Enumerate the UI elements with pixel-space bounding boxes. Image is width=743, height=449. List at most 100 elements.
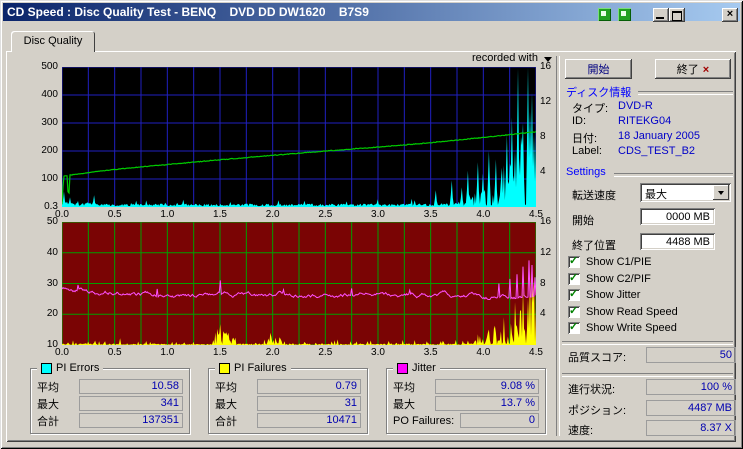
axis-label: 3.5 [416,209,446,220]
legend-title: PI Errors [37,361,103,375]
checkbox-show-write-speed[interactable]: ✓ Show Write Speed [568,322,728,336]
axis-label: 1.5 [205,347,235,358]
legend-row: PO Failures: 0 [387,412,545,429]
checkbox-show-read-speed[interactable]: ✓ Show Read Speed [568,306,728,320]
check-icon: ✓ [569,254,578,267]
axis-label: 0.5 [100,209,130,220]
checkbox-show-c1-pie[interactable]: ✓ Show C1/PIE [568,256,728,270]
checkbox-label: Show Read Speed [586,306,678,318]
save-icon[interactable] [618,8,631,21]
axis-label: 40 [28,247,58,258]
checkbox-box: ✓ [568,256,580,268]
close-button[interactable]: × [722,8,738,22]
app-window: CD Speed : Disc Quality Test - BENQ DVD … [0,0,743,449]
axis-label: 1.0 [152,209,182,220]
end-position-input[interactable] [640,233,715,250]
maximize-icon [672,11,682,21]
axis-label: 2.5 [310,347,340,358]
end-position-label: 終了位置 [572,237,616,253]
checkbox-box: ✓ [568,289,580,301]
divider [638,91,733,95]
axis-label: 8 [540,131,560,142]
legend-row: 平均 0.79 [209,378,367,395]
legend-row: 合計 10471 [209,412,367,429]
axis-label: 1.5 [205,209,235,220]
progress-label: 進行状況: [568,381,615,397]
po-failures-value: 0 [460,413,539,428]
axis-label: 4.0 [468,209,498,220]
disc-date-label: 日付: [572,130,597,146]
axis-label: 12 [540,96,560,107]
disc-id-value: RITEKG04 [618,115,671,127]
checkbox-show-c2-pif[interactable]: ✓ Show C2/PIF [568,273,728,287]
pi-errors-max: 341 [79,396,183,411]
tab-disc-quality[interactable]: Disc Quality [11,31,95,52]
axis-label: 2.0 [258,347,288,358]
check-icon: ✓ [569,287,578,300]
jitter-box: Jitter 平均 9.08 % 最大 13.7 % PO Failures: … [386,368,546,434]
axis-label: 4 [540,308,560,319]
divider [562,341,733,345]
recorded-with-dropdown[interactable]: recorded with [400,52,538,64]
axis-label: 500 [28,61,58,72]
axis-label: 4 [540,166,560,177]
checkbox-show-jitter[interactable]: ✓ Show Jitter [568,289,728,303]
axis-label: 30 [28,278,58,289]
transfer-speed-select[interactable]: 最大 [640,183,731,202]
chevron-down-icon [718,191,724,198]
pie-error-chart [62,67,536,207]
jitter-average: 9.08 % [435,379,539,394]
titlebar[interactable]: CD Speed : Disc Quality Test - BENQ DVD … [3,3,740,21]
pi-failures-swatch-icon [219,363,230,374]
window-title: CD Speed : Disc Quality Test - BENQ DVD … [7,5,369,19]
exit-x-icon: × [703,64,709,76]
pi-errors-average: 10.58 [79,379,183,394]
legend-title-label: Jitter [412,362,436,374]
disc-label-label: Label: [572,145,602,157]
pi-errors-swatch-icon [41,363,52,374]
dropdown-button[interactable] [713,185,729,200]
progress-value: 100 % [646,379,736,395]
legend-title: Jitter [393,361,440,375]
jitter-max: 13.7 % [435,396,539,411]
jitter-pif-chart [62,222,536,345]
disc-date-value: 18 January 2005 [618,130,700,142]
axis-label: 16 [540,61,560,72]
axis-label: 8 [540,278,560,289]
start-position-label: 開始 [572,212,594,228]
exit-button[interactable]: 終了× [655,59,731,79]
divider [562,373,733,377]
pi-failures-average: 0.79 [257,379,361,394]
legend-title-label: PI Errors [56,362,99,374]
pi-failures-total: 10471 [257,413,361,428]
legend-row: 最大 31 [209,395,367,412]
speed-value: 8.37 X [646,420,736,436]
axis-label: 12 [540,247,560,258]
legend-row: 合計 137351 [31,412,189,429]
legend-title-label: PI Failures [234,362,287,374]
minimize-icon [656,17,664,19]
quality-score-label: 品質スコア: [568,349,626,365]
start-button[interactable]: 開始 [565,59,632,79]
legend-row: 最大 13.7 % [387,395,545,412]
disc-type-value: DVD-R [618,100,653,112]
screenshot-icon[interactable] [598,8,611,21]
pi-failures-max: 31 [257,396,361,411]
disc-info-header: ディスク情報 [566,84,631,100]
check-icon: ✓ [569,320,578,333]
legend-row: 平均 9.08 % [387,378,545,395]
transfer-speed-value: 最大 [645,186,667,202]
maximize-button[interactable] [669,8,685,22]
axis-label: 0.0 [47,347,77,358]
position-value: 4487 MB [646,400,736,416]
axis-label: 20 [28,308,58,319]
axis-label: 400 [28,89,58,100]
disc-id-label: ID: [572,115,586,127]
check-icon: ✓ [569,271,578,284]
minimize-button[interactable] [653,8,669,22]
axis-label: 50 [28,216,58,227]
legend-row: 平均 10.58 [31,378,189,395]
checkbox-box: ✓ [568,322,580,334]
start-position-input[interactable] [640,208,715,225]
position-label: ポジション: [568,402,626,418]
